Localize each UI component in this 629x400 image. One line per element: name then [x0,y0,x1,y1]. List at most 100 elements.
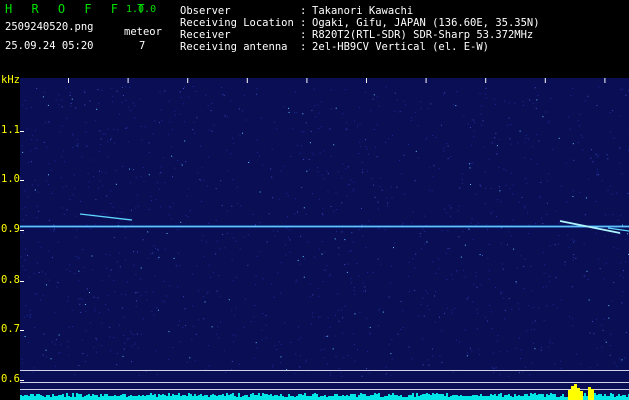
noise-speck [117,129,119,131]
noise-speck [175,264,177,266]
level-bar [38,394,40,400]
noise-speck [181,164,183,166]
level-bar [68,396,70,400]
noise-speck [596,171,598,173]
noise-speck [83,90,85,92]
noise-speck [326,265,328,267]
noise-speck [546,305,548,307]
level-bar [518,395,520,400]
noise-speck [577,120,579,121]
noise-speck [308,168,310,170]
noise-speck [75,107,77,109]
noise-speck [391,358,393,360]
noise-speck [247,264,249,266]
level-bar [150,393,152,400]
noise-speck [167,134,169,136]
noise-speck [428,364,430,366]
level-bar [80,394,82,400]
noise-speck [57,241,59,243]
noise-speck [408,261,410,263]
noise-speck [105,172,107,174]
peak-bar [577,388,580,400]
noise-speck [152,252,154,254]
level-bar [612,394,614,400]
noise-speck [99,170,100,172]
noise-speck [380,177,382,179]
level-bar [348,396,350,400]
noise-speck [491,366,493,368]
noise-speck [411,358,413,360]
noise-speck [612,214,614,216]
noise-speck [405,104,407,106]
level-bar [54,396,56,400]
noise-speck [36,293,38,295]
noise-speck [467,352,469,354]
noise-speck [135,176,137,178]
noise-speck [27,196,29,198]
noise-speck [126,281,128,283]
noise-speck [373,184,375,186]
noise-speck [21,145,23,147]
noise-speck [388,138,390,140]
noise-speck [112,206,114,208]
noise-speck [420,303,422,305]
noise-speck [317,287,319,289]
noise-speck [43,141,45,143]
noise-speck [619,162,621,164]
noise-speck [574,240,576,242]
noise-speck [317,167,319,169]
level-bar [412,393,414,400]
noise-speck [566,201,568,203]
level-bar [100,394,102,400]
y-tick-mark [20,330,24,331]
noise-speck [34,129,36,131]
noise-speck [318,295,320,297]
noise-speck [82,249,84,251]
level-bar [410,395,412,400]
noise-speck [125,127,127,129]
noise-speck [377,258,379,260]
level-bar [306,396,308,400]
level-bar [112,396,114,400]
noise-speck [100,144,102,146]
noise-speck [427,108,429,110]
level-bar [194,394,196,400]
noise-speck [45,349,47,351]
noise-speck [570,95,572,97]
noise-speck [354,360,356,362]
noise-speck [361,207,362,209]
noise-speck [245,298,246,300]
x-tick-mark [68,78,69,83]
noise-speck [42,96,44,98]
location-label: Receiving Location [180,17,294,29]
noise-speck [156,373,158,375]
level-bar [370,395,372,400]
noise-speck [443,150,445,152]
noise-speck [142,239,144,241]
level-bar [390,395,392,400]
level-bar [222,394,224,400]
noise-speck [102,185,104,187]
noise-speck [48,121,50,123]
noise-speck [55,99,57,101]
noise-speck [101,89,103,91]
noise-speck [220,321,221,323]
noise-speck [492,143,494,145]
level-bar [290,396,292,400]
level-bar [504,395,506,400]
level-bar [520,396,522,400]
level-bar [132,396,134,400]
noise-speck [140,175,142,177]
noise-speck [187,216,189,218]
noise-speck [47,104,49,106]
noise-speck [125,86,127,88]
y-tick-label: 1.0 [1,173,20,185]
noise-speck [426,137,428,139]
noise-speck [148,142,150,144]
receiver-colon: : [300,29,307,41]
noise-speck [552,304,554,306]
noise-speck [341,202,343,204]
level-bar [232,393,234,400]
noise-speck [111,137,112,139]
noise-speck [173,257,175,259]
